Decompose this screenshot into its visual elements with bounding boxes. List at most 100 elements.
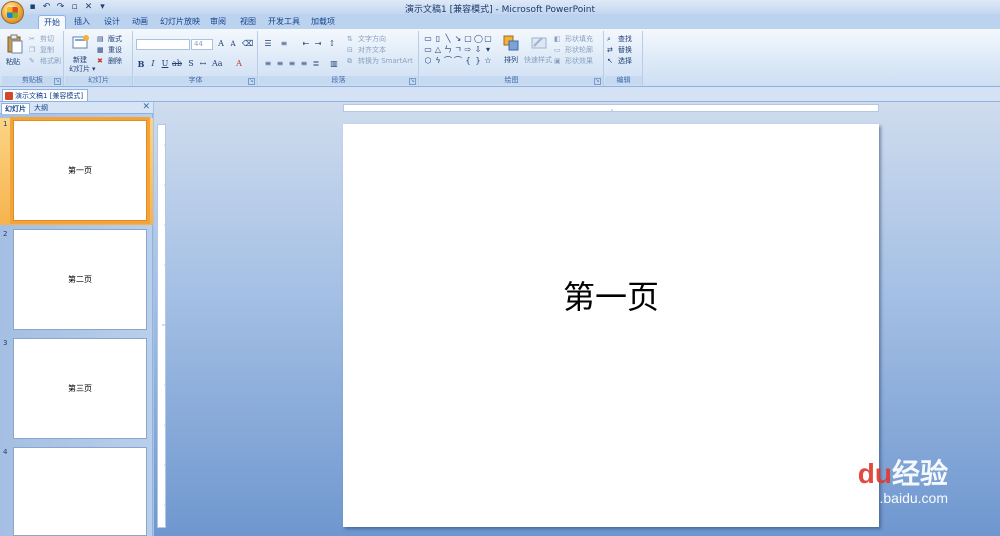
down-arrow-shape-icon[interactable]: ⇩ [474,46,482,54]
italic-icon[interactable]: I [148,59,158,69]
layout-button[interactable]: ▤ 版式 [97,34,122,44]
bullets-icon[interactable]: ☰ [263,39,273,49]
right-arrow-shape-icon[interactable]: ⇨ [464,46,472,54]
increase-indent-icon[interactable]: ⇥ [313,39,323,49]
tab-slides[interactable]: 幻灯片 [1,103,30,114]
text-direction-icon: ⇅ [347,34,353,43]
brace-shape-icon[interactable]: { [464,57,472,65]
justify-icon[interactable]: ≡ [299,59,309,69]
reset-button[interactable]: ▦ 重设 [97,45,122,55]
line-spacing-icon[interactable]: ↕ [327,39,337,49]
tab-developer[interactable]: 开发工具 [266,15,302,29]
shadow-icon[interactable]: S [186,59,196,69]
arrow-line-shape-icon[interactable]: ↘ [454,35,462,43]
slides-group: 新建 幻灯片 ▾ ▤ 版式 ▦ 重设 ✖ 删除 幻灯片 [65,31,133,86]
oval-shape-icon[interactable]: ◯ [474,35,483,43]
strikethrough-icon[interactable]: ab [172,59,182,69]
tab-review[interactable]: 审阅 [206,15,230,29]
tab-addins[interactable]: 加载项 [308,15,338,29]
change-case-icon[interactable]: Aa [212,59,223,69]
cut-label: 剪切 [40,35,54,43]
connector-shape-icon[interactable]: ㄱ [454,46,462,54]
copy-button[interactable]: ❐ 复制 [29,45,54,55]
textbox-shape-icon[interactable]: ▭ [424,35,432,43]
triangle-shape-icon[interactable]: △ [434,46,442,54]
select-button[interactable]: ↖ 选择 [607,56,632,66]
paste-icon[interactable] [6,34,24,54]
replace-button[interactable]: ⇄ 替换 [607,45,632,55]
select-cursor-icon: ↖ [607,56,613,65]
numbering-icon[interactable]: ≡ [279,39,289,49]
align-right-icon[interactable]: ≡ [287,59,297,69]
shape-outline-button[interactable]: ▭ 形状轮廓 [554,45,593,55]
grow-font-icon[interactable]: A [216,39,226,49]
tab-insert[interactable]: 插入 [70,15,94,29]
distributed-icon[interactable]: ≣ [311,59,321,69]
rect-shape-icon[interactable]: ▭ [424,46,432,54]
pane-close-icon[interactable]: ✕ [142,102,150,112]
slide-title-text[interactable]: 第一页 [343,272,879,318]
arc-shape-icon[interactable]: ⌒ [454,57,462,65]
quick-styles-button[interactable]: 快速样式 [524,55,552,65]
slide-number: 1 [3,120,8,128]
tab-slide-show[interactable]: 幻灯片放映 [158,15,202,29]
select-label: 选择 [618,57,632,65]
outline-pen-icon: ▭ [554,45,561,54]
font-color-icon[interactable]: A [234,59,244,69]
clear-format-icon[interactable]: ⌫ [242,39,253,49]
paste-button[interactable]: 粘贴 [6,57,20,67]
underline-icon[interactable]: U [160,59,170,69]
new-slide-icon[interactable] [72,34,90,52]
more-shapes-icon[interactable]: ▾ [484,46,492,54]
align-center-icon[interactable]: ≡ [275,59,285,69]
tab-view[interactable]: 视图 [236,15,260,29]
quick-styles-icon[interactable] [530,34,548,52]
star-shape-icon[interactable]: ☆ [484,57,492,65]
bold-icon[interactable]: B [136,59,146,69]
decrease-indent-icon[interactable]: ⇤ [301,39,311,49]
lightning-shape-icon[interactable]: ϟ [434,57,442,65]
font-name-input[interactable] [136,39,190,50]
font-launcher-icon[interactable]: ↘ [248,78,255,85]
new-slide-dropdown[interactable]: 幻灯片 ▾ [69,64,96,74]
rounded-rect-shape-icon[interactable]: ▢ [484,35,492,43]
arrange-button[interactable]: 排列 [504,55,518,65]
brace-right-shape-icon[interactable]: } [474,57,482,65]
font-size-input[interactable]: 44 [191,39,213,50]
shrink-font-icon[interactable]: A [228,39,238,49]
paragraph-launcher-icon[interactable]: ↘ [409,78,416,85]
align-left-icon[interactable]: ≡ [263,59,273,69]
line-shape-icon[interactable]: ╲ [444,35,452,43]
tab-outline[interactable]: 大纲 [31,103,51,114]
document-tab[interactable]: 演示文稿1 [兼容模式] [2,89,89,101]
vertical-textbox-shape-icon[interactable]: ▯ [434,35,442,43]
elbow-connector-icon[interactable]: ㄣ [444,46,452,54]
cut-button[interactable]: ✂ 剪切 [29,34,54,44]
columns-icon[interactable]: ▥ [329,59,339,69]
rectangle-shape-icon[interactable]: ▢ [464,35,472,43]
curve-shape-icon[interactable]: ⌒ [444,57,452,65]
char-spacing-icon[interactable]: ↔ [198,59,208,69]
current-slide[interactable]: 第一页 [343,124,879,527]
format-painter-button[interactable]: ✎ 格式刷 [29,56,61,66]
office-button[interactable] [1,1,24,24]
slide-thumbnail-2[interactable]: 第二页 [13,229,147,330]
tab-home[interactable]: 开始 [38,15,66,29]
clipboard-launcher-icon[interactable]: ↘ [54,78,61,85]
find-button[interactable]: ⌕ 查找 [607,34,632,44]
text-direction-button[interactable]: ⇅ 文字方向 [347,34,386,44]
slide-thumbnail-3[interactable]: 第三页 [13,338,147,439]
shape-effects-button[interactable]: ▣ 形状效果 [554,56,593,66]
convert-smartart-button[interactable]: ⧉ 转换为 SmartArt [347,56,413,66]
shape-fill-button[interactable]: ◧ 形状填充 [554,34,593,44]
drawing-launcher-icon[interactable]: ↘ [594,78,601,85]
effects-icon: ▣ [554,56,561,65]
hexagon-shape-icon[interactable]: ⬡ [424,57,432,65]
slide-thumbnail-1[interactable]: 第一页 [10,117,150,224]
tab-design[interactable]: 设计 [100,15,124,29]
tab-animations[interactable]: 动画 [128,15,152,29]
align-text-button[interactable]: ⊟ 对齐文本 [347,45,386,55]
arrange-icon[interactable] [502,34,520,52]
slide-thumbnail-4[interactable] [13,447,147,536]
delete-slide-button[interactable]: ✖ 删除 [97,56,122,66]
